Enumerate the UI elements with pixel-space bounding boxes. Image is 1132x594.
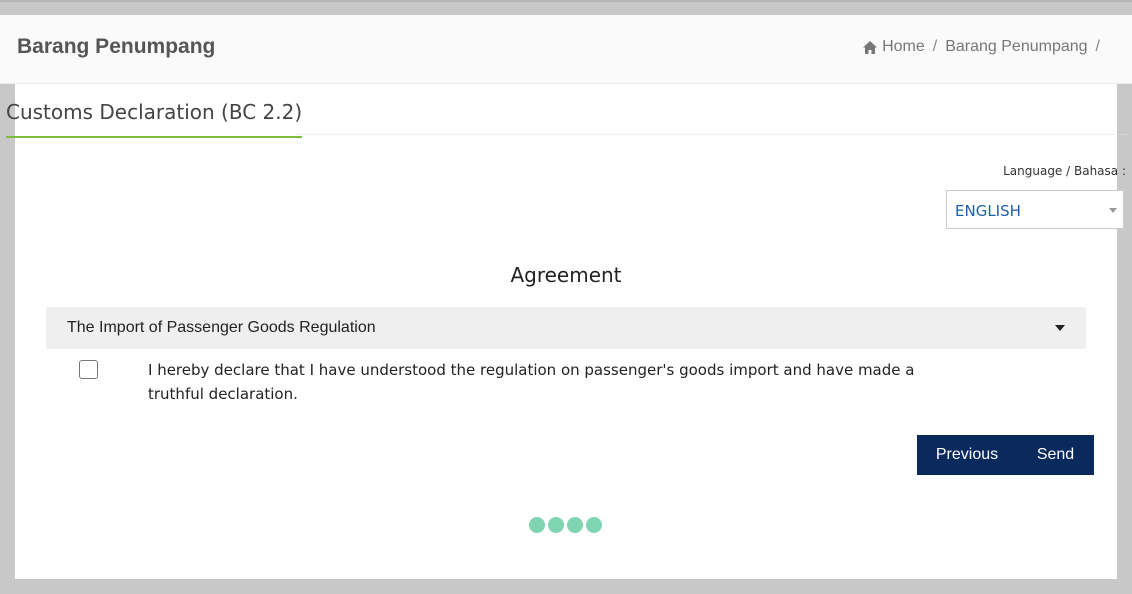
accordion-label: The Import of Passenger Goods Regulation [67,319,376,336]
breadcrumb-separator: / [932,38,938,55]
send-button[interactable]: Send [1017,435,1094,475]
loader-dot [529,517,545,533]
breadcrumb: Home / Barang Penumpang / [863,38,1108,56]
loader-dot [586,517,602,533]
language-select[interactable]: ENGLISH [946,190,1124,229]
tab-customs-declaration[interactable]: Customs Declaration (BC 2.2) [6,100,303,138]
declaration-checkbox[interactable] [79,360,98,379]
home-icon [863,40,878,54]
caret-down-icon[interactable] [1055,325,1065,331]
action-buttons: Previous Send [917,435,1094,475]
previous-button[interactable]: Previous [917,435,1017,475]
breadcrumb-separator: / [1095,38,1100,55]
loading-indicator [529,517,602,533]
language-label: Language / Bahasa : [1003,164,1126,178]
window-top-border [0,0,1132,2]
breadcrumb-home-link[interactable]: Home [882,38,925,56]
loader-dot [548,517,564,533]
chevron-down-icon [1109,208,1117,213]
page-header: Barang Penumpang Home / Barang Penumpang… [0,15,1132,84]
declaration-text: I hereby declare that I have understood … [148,361,915,403]
agreement-heading: Agreement [510,263,622,287]
breadcrumb-current[interactable]: Barang Penumpang [945,38,1087,56]
regulation-accordion[interactable]: The Import of Passenger Goods Regulation [46,307,1086,349]
language-selected-value: ENGLISH [955,202,1021,220]
page-title: Barang Penumpang [17,35,216,58]
section-divider [297,134,1127,135]
loader-dot [567,517,583,533]
